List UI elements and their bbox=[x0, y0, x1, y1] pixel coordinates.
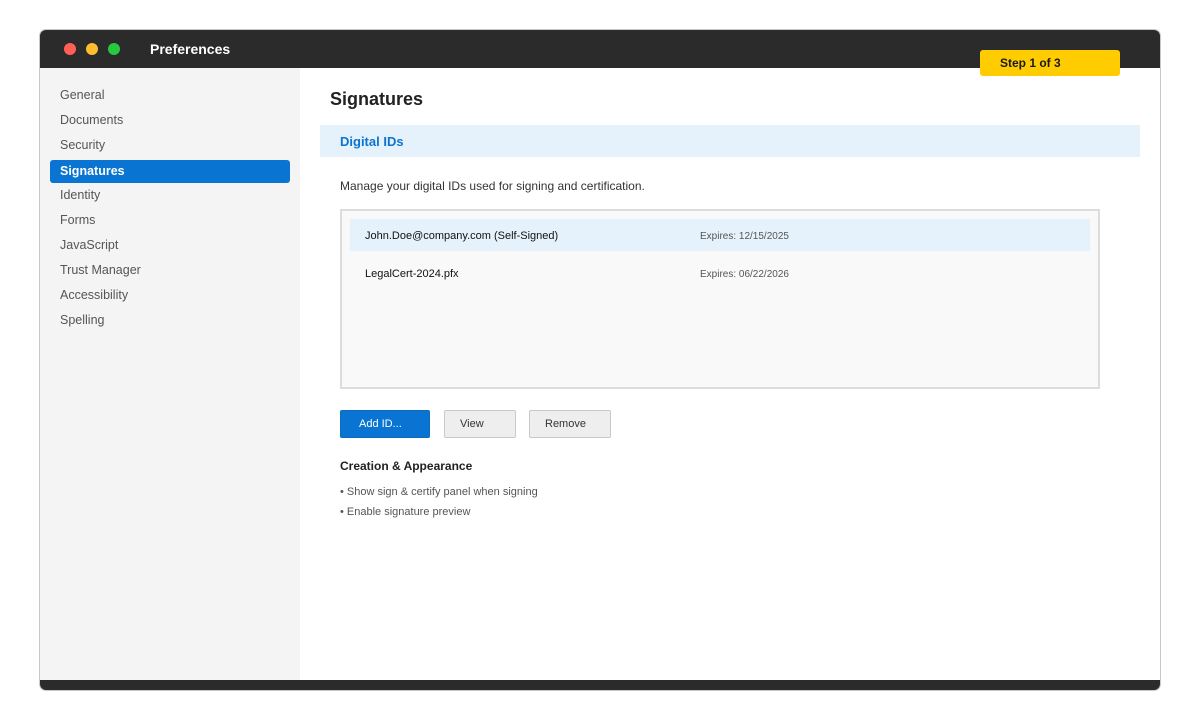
sidebar-item-javascript[interactable]: JavaScript bbox=[50, 234, 290, 257]
minimize-icon[interactable] bbox=[86, 43, 98, 55]
sidebar-item-spelling[interactable]: Spelling bbox=[50, 309, 290, 332]
sidebar-item-signatures[interactable]: Signatures bbox=[50, 160, 290, 183]
sidebar: General Documents Security Signatures Id… bbox=[40, 68, 300, 680]
digital-id-row[interactable]: LegalCert-2024.pfx Expires: 06/22/2026 bbox=[350, 257, 1090, 289]
step-badge: Step 1 of 3 bbox=[980, 50, 1120, 76]
section-description: Manage your digital IDs used for signing… bbox=[340, 179, 645, 193]
digital-id-list[interactable]: John.Doe@company.com (Self-Signed) Expir… bbox=[340, 209, 1100, 389]
zoom-icon[interactable] bbox=[108, 43, 120, 55]
option-enable-signature-preview: • Enable signature preview bbox=[340, 506, 471, 518]
digital-id-name: LegalCert-2024.pfx bbox=[365, 268, 459, 280]
sidebar-item-accessibility[interactable]: Accessibility bbox=[50, 284, 290, 307]
option-show-sign-certify-panel: • Show sign & certify panel when signing bbox=[340, 486, 538, 498]
section-header-label: Digital IDs bbox=[340, 134, 404, 149]
preferences-window: Preferences Step 1 of 3 General Document… bbox=[40, 30, 1160, 690]
section-header-digital-ids: Digital IDs bbox=[320, 125, 1140, 157]
sidebar-item-general[interactable]: General bbox=[50, 84, 290, 107]
digital-id-row[interactable]: John.Doe@company.com (Self-Signed) Expir… bbox=[350, 219, 1090, 251]
digital-id-expiry: Expires: 06/22/2026 bbox=[700, 269, 789, 280]
add-id-button[interactable]: Add ID... bbox=[340, 410, 430, 438]
sidebar-item-documents[interactable]: Documents bbox=[50, 109, 290, 132]
remove-button[interactable]: Remove bbox=[529, 410, 611, 438]
sidebar-item-security[interactable]: Security bbox=[50, 134, 290, 157]
digital-id-expiry: Expires: 12/15/2025 bbox=[700, 231, 789, 242]
sidebar-item-trust-manager[interactable]: Trust Manager bbox=[50, 259, 290, 282]
window-title: Preferences bbox=[150, 41, 231, 57]
sidebar-item-forms[interactable]: Forms bbox=[50, 209, 290, 232]
close-icon[interactable] bbox=[64, 43, 76, 55]
sidebar-item-identity[interactable]: Identity bbox=[50, 184, 290, 207]
creation-appearance-title: Creation & Appearance bbox=[340, 459, 473, 473]
page-title: Signatures bbox=[330, 89, 424, 109]
digital-id-name: John.Doe@company.com (Self-Signed) bbox=[365, 230, 559, 242]
bottom-bar bbox=[40, 680, 1160, 690]
view-button[interactable]: View bbox=[444, 410, 516, 438]
